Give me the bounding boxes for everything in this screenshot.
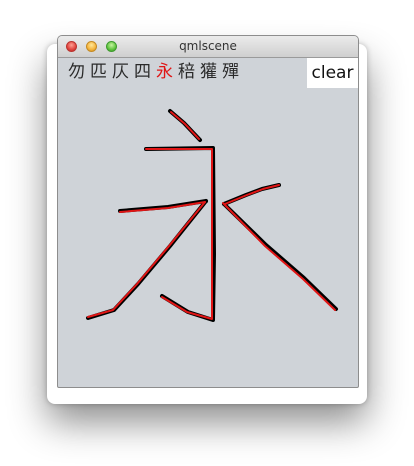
title-bar[interactable]: qmlscene [58, 36, 358, 58]
app-window: qmlscene 勿 匹 仄 四 永 稖 獾 殫 clear [57, 35, 359, 388]
window-title: qmlscene [179, 39, 237, 53]
stroke-left-horizontal [118, 199, 208, 213]
handwriting-canvas[interactable] [58, 88, 358, 387]
recognized-strokes [87, 111, 336, 320]
candidate-char[interactable]: 獾 [200, 61, 217, 83]
candidate-char[interactable]: 勿 [68, 61, 85, 83]
candidate-char[interactable]: 匹 [90, 61, 107, 83]
stroke-left-sweep-red [87, 201, 206, 318]
candidate-char[interactable]: 殫 [222, 61, 239, 83]
stroke-right-sweep [222, 202, 338, 311]
candidate-char[interactable]: 仄 [112, 61, 129, 83]
candidate-char[interactable]: 四 [134, 61, 151, 83]
candidate-list: 勿 匹 仄 四 永 稖 獾 殫 [68, 60, 244, 84]
clear-button[interactable]: clear [307, 58, 358, 88]
candidate-char[interactable]: 稖 [178, 61, 195, 83]
candidate-char-selected[interactable]: 永 [156, 61, 173, 83]
stroke-left-sweep [86, 199, 208, 320]
